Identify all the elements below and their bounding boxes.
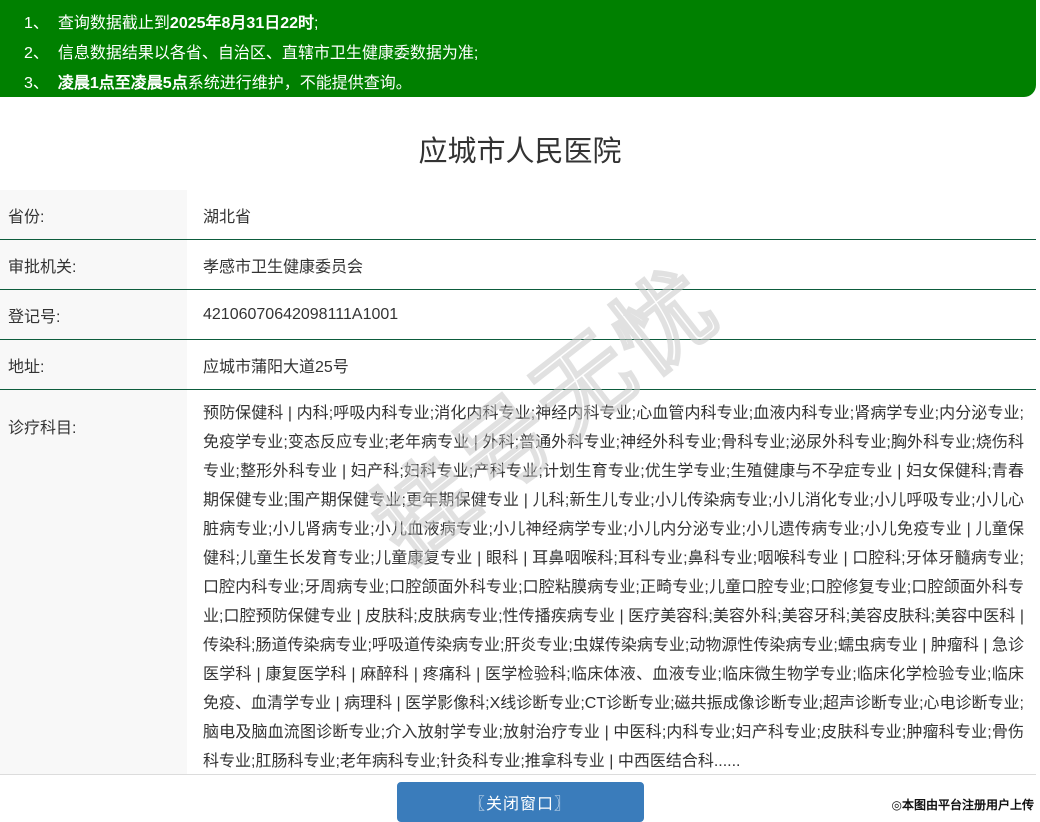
- notice-text: 查询数据截止到: [58, 15, 170, 32]
- field-label: 诊疗科目:: [0, 390, 187, 774]
- notice-item-3: 3、凌晨1点至凌晨5点系统进行维护，不能提供查询。: [24, 69, 1036, 99]
- upload-credit-text: ◎本图由平台注册用户上传: [892, 796, 1034, 813]
- notice-text-bold: 凌晨1点至凌晨5点: [58, 75, 188, 92]
- notice-text: 信息数据结果以各省、自治区、直辖市卫生健康委数据为准;: [58, 45, 478, 62]
- notice-text: 系统进行维护，不能提供查询。: [188, 75, 412, 92]
- notice-item-2: 2、信息数据结果以各省、自治区、直辖市卫生健康委数据为准;: [24, 39, 1036, 69]
- field-label: 地址:: [0, 340, 187, 389]
- table-row-registration-number: 登记号: 42106070642098111A1001: [0, 290, 1036, 340]
- notice-text-bold: 2025年8月31日22时: [170, 15, 314, 32]
- notice-number: 3、: [24, 75, 49, 92]
- hospital-info-table: 省份: 湖北省 审批机关: 孝感市卫生健康委员会 登记号: 4210607064…: [0, 190, 1036, 775]
- field-label: 登记号:: [0, 290, 187, 339]
- page-title: 应城市人民医院: [0, 127, 1040, 190]
- field-label: 省份:: [0, 190, 187, 239]
- table-row-province: 省份: 湖北省: [0, 190, 1036, 240]
- field-value: 42106070642098111A1001: [187, 290, 1036, 339]
- field-value: 预防保健科 | 内科;呼吸内科专业;消化内科专业;神经内科专业;心血管内科专业;…: [187, 390, 1036, 774]
- field-value: 应城市蒲阳大道25号: [187, 340, 1036, 389]
- notice-item-1: 1、查询数据截止到2025年8月31日22时;: [24, 9, 1036, 39]
- notice-text: ;: [314, 15, 318, 32]
- notice-number: 1、: [24, 15, 49, 32]
- notice-list: 1、查询数据截止到2025年8月31日22时; 2、信息数据结果以各省、自治区、…: [24, 9, 1036, 99]
- close-window-button[interactable]: 〖关闭窗口〗: [397, 782, 644, 822]
- table-row-departments: 诊疗科目: 预防保健科 | 内科;呼吸内科专业;消化内科专业;神经内科专业;心血…: [0, 390, 1036, 775]
- notice-banner: 1、查询数据截止到2025年8月31日22时; 2、信息数据结果以各省、自治区、…: [0, 0, 1036, 97]
- field-label: 审批机关:: [0, 240, 187, 289]
- notice-number: 2、: [24, 45, 49, 62]
- field-value: 湖北省: [187, 190, 1036, 239]
- table-row-approval-authority: 审批机关: 孝感市卫生健康委员会: [0, 240, 1036, 290]
- field-value: 孝感市卫生健康委员会: [187, 240, 1036, 289]
- table-row-address: 地址: 应城市蒲阳大道25号: [0, 340, 1036, 390]
